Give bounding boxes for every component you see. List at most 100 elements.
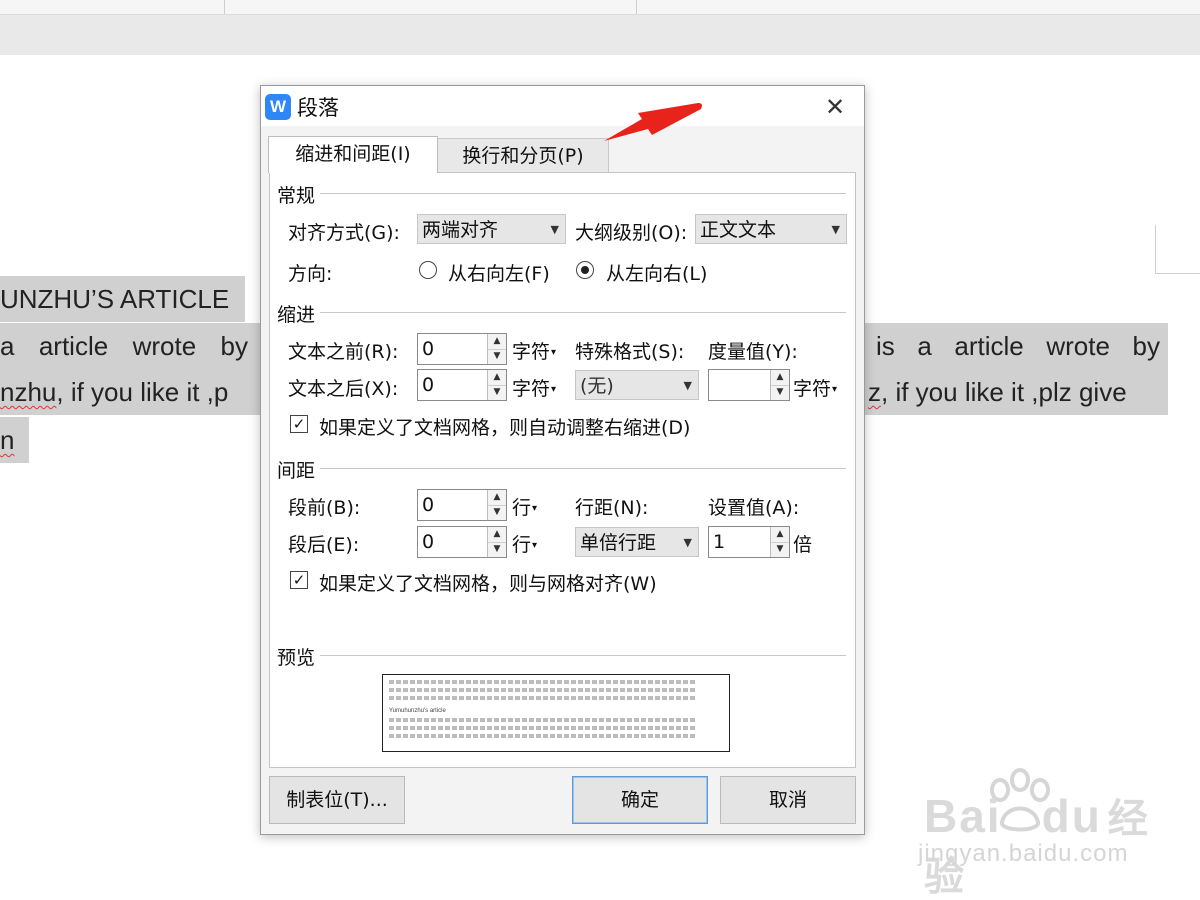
unit-dropdown-icon: ▾ — [532, 540, 538, 551]
misspelled-word[interactable]: z — [868, 377, 881, 407]
doc-word: a — [0, 331, 15, 361]
measure-unit[interactable]: 字符▾ — [793, 374, 837, 401]
tab-strip-segment[interactable] — [226, 0, 637, 14]
ltr-radio-label[interactable]: 从左向右(L) — [606, 259, 707, 286]
indent-before-spinner[interactable]: 0 ▲ ▼ — [417, 333, 507, 365]
tab-indent-spacing[interactable]: 缩进和间距(I) — [268, 136, 438, 173]
line-spacing-select[interactable]: 单倍行距 ▼ — [575, 527, 699, 557]
ok-button[interactable]: 确定 — [572, 776, 708, 824]
doc-line-2-left[interactable]: nzhu, if you like it ,p — [0, 369, 260, 415]
doc-word: article — [954, 331, 1024, 361]
dialog-title-bar[interactable]: W 段落 ✕ — [261, 86, 864, 126]
setting-value-label: 设置值(A): — [708, 497, 800, 519]
snap-to-grid-checkbox[interactable]: ✓ — [290, 571, 308, 589]
unit-dropdown-icon: ▾ — [532, 503, 538, 514]
close-button[interactable]: ✕ — [817, 90, 853, 124]
direction-label: 方向: — [288, 263, 333, 285]
space-after-unit[interactable]: 行▾ — [512, 530, 537, 557]
doc-line-1-left[interactable]: a article wrote by — [0, 323, 260, 369]
indent-after-value: 0 — [422, 374, 435, 396]
indent-after-label: 文本之后(X): — [288, 378, 399, 400]
tab-line-page-breaks[interactable]: 换行和分页(P) — [437, 138, 609, 173]
spin-up-icon[interactable]: ▲ — [488, 370, 506, 386]
alignment-select[interactable]: 两端对齐 ▼ — [417, 214, 566, 244]
line-spacing-value: 单倍行距 — [580, 532, 657, 554]
page-margin-corner-mark — [1155, 225, 1200, 274]
chevron-down-icon: ▼ — [831, 223, 840, 236]
indent-before-unit[interactable]: 字符▾ — [512, 337, 556, 364]
spin-down-icon[interactable]: ▼ — [488, 349, 506, 364]
indent-before-label: 文本之前(R): — [288, 341, 399, 363]
special-format-value: (无) — [580, 375, 614, 397]
space-after-value: 0 — [422, 531, 435, 553]
chevron-down-icon: ▼ — [683, 379, 692, 392]
doc-line-3-left[interactable]: n — [0, 417, 29, 463]
rtl-radio-label[interactable]: 从右向左(F) — [448, 259, 550, 286]
section-divider — [320, 655, 846, 656]
spin-down-icon[interactable]: ▼ — [488, 505, 506, 520]
setting-value-spinner[interactable]: 1 ▲ ▼ — [708, 526, 790, 558]
ltr-radio[interactable] — [576, 261, 594, 279]
section-title-spacing: 间距 — [277, 460, 316, 482]
section-divider — [320, 193, 846, 194]
preview-sample-text: Yumuhunzhu's article — [389, 708, 446, 714]
space-before-spinner[interactable]: 0 ▲ ▼ — [417, 489, 507, 521]
section-title-general: 常规 — [277, 185, 316, 207]
rtl-radio[interactable] — [419, 261, 437, 279]
space-before-unit[interactable]: 行▾ — [512, 493, 537, 520]
spinner-arrows[interactable]: ▲ ▼ — [487, 490, 506, 520]
chevron-down-icon: ▼ — [550, 223, 559, 236]
close-icon: ✕ — [824, 93, 846, 121]
outline-level-select[interactable]: 正文文本 ▼ — [695, 214, 847, 244]
spin-up-icon[interactable]: ▲ — [771, 370, 789, 386]
paragraph-dialog: W 段落 ✕ 缩进和间距(I) 换行和分页(P) 常规 对齐方式(G): 两端对… — [260, 85, 865, 835]
doc-text-run: , if you like it ,plz give — [881, 377, 1127, 407]
spinner-arrows[interactable]: ▲ ▼ — [487, 334, 506, 364]
wps-writer-window: UNZHU’S ARTICLE a article wrote by nzhu,… — [0, 0, 1200, 900]
baidu-jingyan-watermark: Bai du 经验 jingyan.baidu.com — [918, 768, 1158, 899]
space-before-value: 0 — [422, 494, 435, 516]
tabs-button[interactable]: 制表位(T)... — [269, 776, 405, 824]
unit-dropdown-icon: ▾ — [832, 384, 838, 395]
measure-spinner[interactable]: ▲ ▼ — [708, 369, 790, 401]
snap-to-grid-label[interactable]: 如果定义了文档网格，则与网格对齐(W) — [319, 569, 657, 596]
section-title-preview: 预览 — [277, 647, 316, 669]
auto-adjust-indent-checkbox[interactable]: ✓ — [290, 415, 308, 433]
spinner-arrows[interactable]: ▲ ▼ — [770, 527, 789, 557]
spin-down-icon[interactable]: ▼ — [488, 542, 506, 557]
unit-dropdown-icon: ▾ — [551, 347, 557, 358]
outline-level-label: 大纲级别(O): — [575, 222, 688, 244]
doc-word: article — [38, 331, 109, 361]
preview-prev-line — [389, 688, 695, 692]
spin-up-icon[interactable]: ▲ — [488, 334, 506, 350]
spinner-arrows[interactable]: ▲ ▼ — [487, 370, 506, 400]
special-format-label: 特殊格式(S): — [575, 341, 685, 363]
space-after-spinner[interactable]: 0 ▲ ▼ — [417, 526, 507, 558]
doc-line-1-right[interactable]: is a article wrote by — [862, 323, 1168, 369]
spinner-arrows[interactable]: ▲ ▼ — [487, 527, 506, 557]
doc-heading[interactable]: UNZHU’S ARTICLE — [0, 276, 245, 322]
spin-down-icon[interactable]: ▼ — [771, 542, 789, 557]
special-format-select[interactable]: (无) ▼ — [575, 370, 699, 400]
indent-after-spinner[interactable]: 0 ▲ ▼ — [417, 369, 507, 401]
doc-word: a — [917, 331, 932, 361]
tab-strip-segment[interactable] — [0, 0, 225, 14]
spin-up-icon[interactable]: ▲ — [488, 490, 506, 506]
indent-after-unit[interactable]: 字符▾ — [512, 374, 556, 401]
preview-next-line — [389, 726, 695, 730]
misspelled-word: n — [0, 425, 15, 455]
auto-adjust-indent-label[interactable]: 如果定义了文档网格，则自动调整右缩进(D) — [319, 413, 690, 440]
line-spacing-label: 行距(N): — [575, 497, 649, 519]
spin-down-icon[interactable]: ▼ — [488, 385, 506, 400]
spin-up-icon[interactable]: ▲ — [488, 527, 506, 543]
top-tab-strip — [0, 0, 1200, 15]
spinner-arrows[interactable]: ▲ ▼ — [770, 370, 789, 400]
misspelled-word[interactable]: nzhu — [0, 377, 56, 407]
spin-down-icon[interactable]: ▼ — [771, 385, 789, 400]
preview-prev-line — [389, 696, 695, 700]
spin-up-icon[interactable]: ▲ — [771, 527, 789, 543]
dialog-title: 段落 — [297, 96, 339, 120]
cancel-button[interactable]: 取消 — [720, 776, 856, 824]
doc-line-2-right[interactable]: z, if you like it ,plz give — [862, 369, 1168, 415]
alignment-label: 对齐方式(G): — [288, 222, 400, 244]
